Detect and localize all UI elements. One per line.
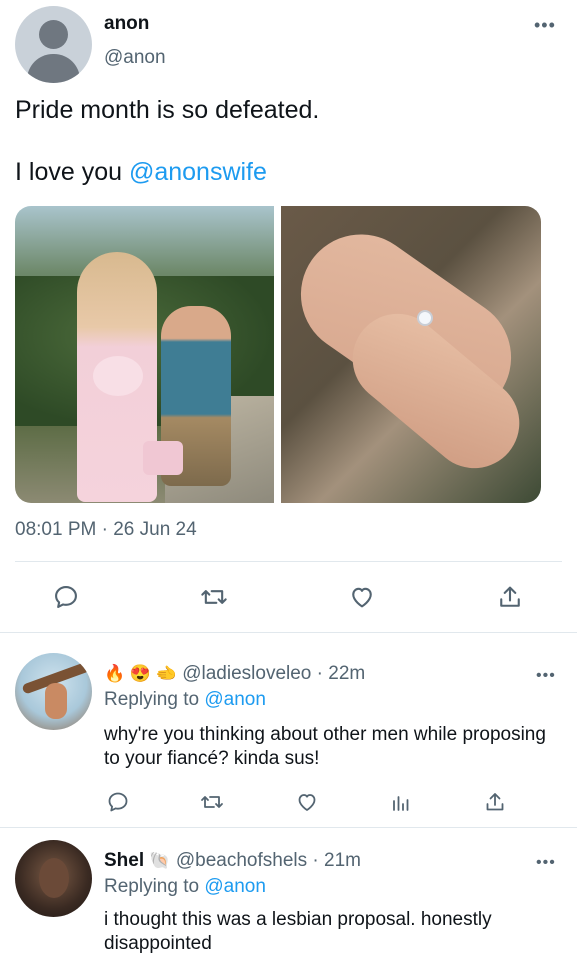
name-emoji: 🐚 (149, 851, 171, 870)
reply-header: Shel 🐚 @beachofshels · 21m (104, 850, 361, 872)
avatar[interactable] (15, 6, 92, 83)
share-icon[interactable] (495, 582, 525, 612)
reply-header: 🔥 😍 🫲 @ladiesloveleo · 22m (104, 663, 365, 685)
replying-handle[interactable]: @anon (204, 876, 266, 897)
author-name[interactable]: anon (104, 13, 149, 35)
tweet-text-prefix: I love you (15, 158, 129, 186)
reply-icon[interactable] (103, 787, 133, 817)
tweet-text-line1: Pride month is so defeated. (15, 96, 320, 124)
avatar[interactable] (15, 840, 92, 917)
reply-author-name[interactable]: Shel (104, 850, 144, 871)
author-handle[interactable]: @anon (104, 47, 166, 69)
replying-label: Replying to (104, 876, 205, 897)
reply-icon[interactable] (51, 582, 81, 612)
reply-time: · 22m (311, 663, 366, 684)
reply-time: · 21m (307, 850, 361, 871)
tweet-timestamp: 08:01 PM · 26 Jun 24 (15, 519, 197, 540)
more-options-icon[interactable]: ••• (536, 855, 556, 871)
more-options-icon[interactable]: ••• (534, 16, 556, 34)
ring-hand-photo[interactable] (277, 206, 541, 503)
like-icon[interactable] (292, 787, 322, 817)
analytics-icon[interactable] (386, 787, 416, 817)
replying-to: Replying to @anon (104, 689, 266, 711)
avatar[interactable] (15, 653, 92, 730)
mention-link[interactable]: @anonswife (129, 158, 267, 186)
name-emojis: 🔥 😍 🫲 (104, 664, 177, 683)
proposal-photo[interactable] (15, 206, 274, 503)
replying-label: Replying to (104, 689, 205, 710)
divider (15, 561, 562, 562)
reply-tweet[interactable]: Shel 🐚 @beachofshels · 21m ••• Replying … (0, 828, 577, 960)
reply-handle[interactable]: @beachofshels (176, 850, 307, 871)
reply-tweet[interactable]: 🔥 😍 🫲 @ladiesloveleo · 22m ••• Replying … (0, 633, 577, 827)
more-options-icon[interactable]: ••• (536, 668, 556, 684)
share-icon[interactable] (480, 787, 510, 817)
tweet-text-line2: I love you @anonswife (15, 158, 267, 187)
like-icon[interactable] (347, 582, 377, 612)
retweet-icon[interactable] (199, 582, 229, 612)
reply-text: i thought this was a lesbian proposal. h… (104, 909, 492, 954)
replying-to: Replying to @anon (104, 876, 266, 898)
reply-text: why're you thinking about other men whil… (104, 724, 546, 769)
avatar-body (27, 54, 80, 83)
retweet-icon[interactable] (197, 787, 227, 817)
reply-handle[interactable]: @ladiesloveleo (182, 663, 311, 684)
replying-handle[interactable]: @anon (204, 689, 266, 710)
avatar-head (39, 20, 68, 49)
tweet-media[interactable] (15, 206, 541, 503)
